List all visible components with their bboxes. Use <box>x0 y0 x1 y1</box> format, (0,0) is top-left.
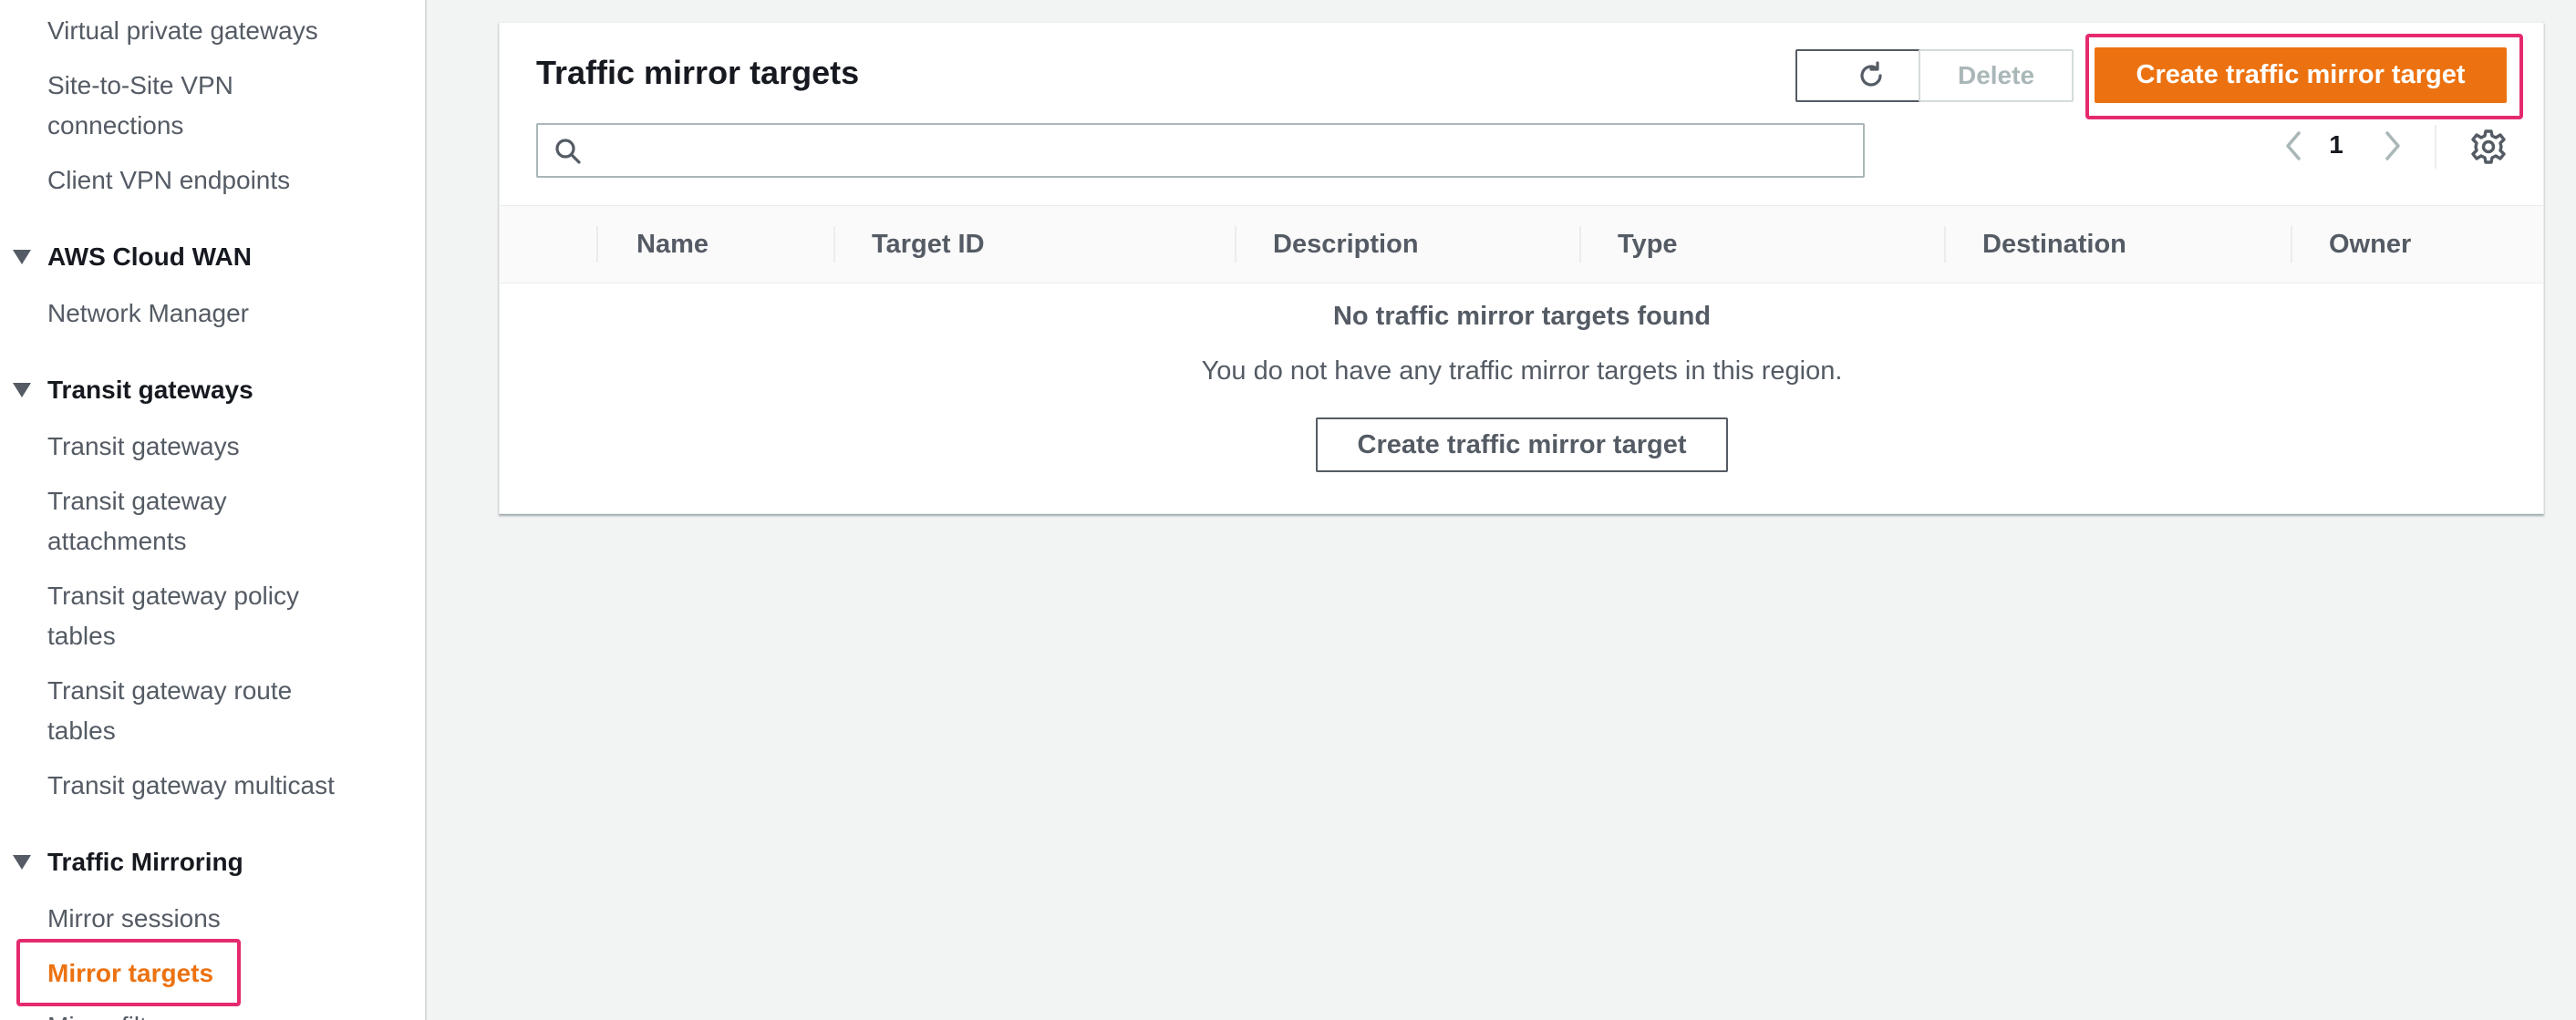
create-traffic-mirror-target-button[interactable]: Create traffic mirror target <box>2095 47 2507 103</box>
nav-section-traffic-mirroring[interactable]: Traffic Mirroring <box>13 844 243 881</box>
nav-item-site-to-site-vpn-line2[interactable]: connections <box>47 106 183 145</box>
caret-down-icon <box>13 855 31 870</box>
search-input[interactable] <box>595 130 1847 172</box>
empty-state-create-button[interactable]: Create traffic mirror target <box>1316 417 1728 472</box>
nav-item-transit-gateway-policy-tables-line2[interactable]: tables <box>47 616 116 655</box>
column-header-owner[interactable]: Owner <box>2329 206 2411 283</box>
column-divider <box>596 226 598 263</box>
search-field[interactable] <box>536 123 1865 178</box>
nav-section-label: Transit gateways <box>47 376 253 404</box>
nav-section-aws-cloud-wan[interactable]: AWS Cloud WAN <box>13 239 252 275</box>
gear-icon[interactable] <box>2469 128 2508 166</box>
refresh-icon <box>1860 61 1882 87</box>
page-title: Traffic mirror targets <box>536 54 860 91</box>
caret-down-icon <box>13 250 31 264</box>
divider <box>2435 125 2436 169</box>
nav-section-label: AWS Cloud WAN <box>47 242 252 271</box>
nav-item-site-to-site-vpn[interactable]: Site-to-Site VPN <box>47 66 233 105</box>
empty-state-title: No traffic mirror targets found <box>1332 302 1712 331</box>
nav-item-transit-gateway-multicast[interactable]: Transit gateway multicast <box>47 766 335 805</box>
column-divider <box>2291 226 2292 263</box>
nav-item-mirror-filters[interactable]: Mirror filters <box>47 1006 182 1020</box>
chevron-left-icon[interactable] <box>2282 129 2304 162</box>
nav-item-transit-gateway-attachments[interactable]: Transit gateway <box>47 481 227 520</box>
column-header-name[interactable]: Name <box>636 206 709 283</box>
nav-section-label: Traffic Mirroring <box>47 848 243 876</box>
page-number[interactable]: 1 <box>2323 130 2350 160</box>
nav-item-transit-gateways[interactable]: Transit gateways <box>47 427 240 466</box>
nav-item-transit-gateway-route-tables[interactable]: Transit gateway route <box>47 671 292 710</box>
nav-item-client-vpn-endpoints[interactable]: Client VPN endpoints <box>47 160 290 200</box>
column-header-type[interactable]: Type <box>1618 206 1678 283</box>
column-divider <box>1235 226 1236 263</box>
delete-button[interactable]: Delete <box>1919 49 2074 102</box>
search-icon <box>555 139 581 164</box>
column-divider <box>1579 226 1581 263</box>
nav-item-mirror-sessions[interactable]: Mirror sessions <box>47 899 221 938</box>
traffic-mirror-targets-panel: Traffic mirror targets Delete Create tra… <box>499 22 2544 514</box>
column-header-destination[interactable]: Destination <box>1982 206 2126 283</box>
column-header-description[interactable]: Description <box>1273 206 1419 283</box>
table-header: Name Target ID Description Type Destinat… <box>500 205 2543 283</box>
nav-item-transit-gateway-attachments-line2[interactable]: attachments <box>47 521 187 561</box>
chevron-right-icon[interactable] <box>2382 129 2404 162</box>
empty-state-description: You do not have any traffic mirror targe… <box>1201 356 1843 386</box>
side-navigation: Virtual private gateways Site-to-Site VP… <box>0 0 427 1020</box>
nav-item-virtual-private-gateways[interactable]: Virtual private gateways <box>47 11 318 50</box>
caret-down-icon <box>13 383 31 397</box>
nav-section-transit-gateways[interactable]: Transit gateways <box>13 372 253 408</box>
nav-item-transit-gateway-policy-tables[interactable]: Transit gateway policy <box>47 576 299 615</box>
column-divider <box>1944 226 1946 263</box>
nav-item-transit-gateway-route-tables-line2[interactable]: tables <box>47 711 116 750</box>
column-header-target-id[interactable]: Target ID <box>872 206 985 283</box>
column-divider <box>833 226 835 263</box>
nav-item-network-manager[interactable]: Network Manager <box>47 294 249 333</box>
nav-item-mirror-targets[interactable]: Mirror targets <box>47 953 213 993</box>
